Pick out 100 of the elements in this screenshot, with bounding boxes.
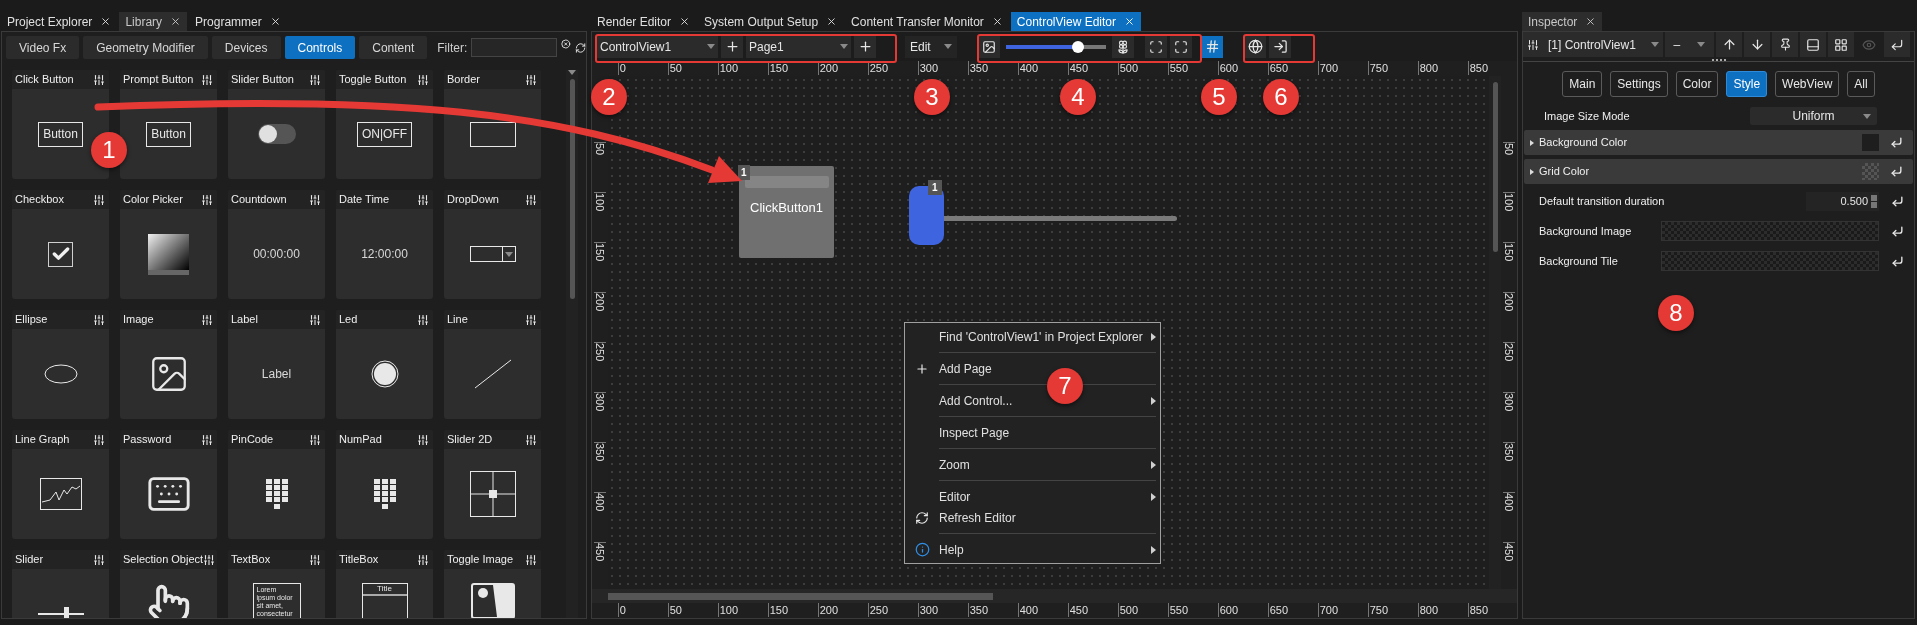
expand-arrow-icon[interactable] [1529,168,1535,175]
adjust-icon[interactable] [417,73,429,86]
adjust-icon[interactable] [309,313,321,326]
move-up-button[interactable] [1716,32,1742,57]
panel-tab[interactable]: Project Explorer [1,12,118,31]
library-item[interactable]: Selection Object [120,550,217,618]
library-item[interactable]: Ellipse [12,310,109,419]
adjust-icon[interactable] [93,73,105,86]
transparent-swatch[interactable] [1862,163,1879,180]
panel-tab[interactable]: Render Editor [591,12,697,31]
panel-tab[interactable]: Content Transfer Monitor [845,12,1009,31]
library-item[interactable]: Countdown 00:00:00 [228,190,325,299]
library-item[interactable]: Toggle Image [444,550,541,618]
close-icon[interactable] [679,16,691,27]
grid-button[interactable] [1828,32,1854,57]
library-item[interactable]: Slider [12,550,109,618]
clear-icon[interactable] [561,38,571,50]
adjust-icon[interactable] [417,553,429,566]
reset-icon[interactable] [1891,254,1904,268]
library-item[interactable]: Led [336,310,433,419]
panel-tab[interactable]: Inspector [1522,12,1603,31]
move-down-button[interactable] [1744,32,1770,57]
enter-button[interactable] [1269,35,1291,58]
panel-tab[interactable]: Programmer [189,12,287,31]
expand-arrow-icon[interactable] [1529,139,1535,146]
library-item[interactable]: Label Label [228,310,325,419]
library-item[interactable]: Line [444,310,541,419]
library-item[interactable]: Color Picker [120,190,217,299]
horizontal-scrollbar[interactable] [592,589,1517,603]
close-icon[interactable] [1585,16,1597,27]
resize-grip[interactable] [1523,57,1914,62]
adjust-icon[interactable] [93,313,105,326]
library-item[interactable]: DropDown [444,190,541,299]
property-group-header[interactable]: Background Color [1524,130,1913,155]
vertical-scrollbar[interactable] [566,70,578,618]
color-swatch[interactable] [1862,134,1879,151]
panel-button[interactable] [1800,32,1826,57]
pin-button[interactable] [1772,32,1798,57]
adjust-icon[interactable] [417,313,429,326]
fullscreen-button[interactable] [1170,35,1192,58]
reset-icon[interactable] [1890,136,1903,149]
library-item[interactable]: TitleBox Title [336,550,433,618]
library-item[interactable]: Image [120,310,217,419]
library-item[interactable]: Checkbox [12,190,109,299]
close-icon[interactable] [170,16,182,27]
library-item[interactable]: Border [444,70,541,179]
image-size-dropdown[interactable]: Uniform [1750,107,1877,125]
category-tab[interactable]: Devices [211,36,281,59]
adjust-icon[interactable] [93,193,105,206]
library-item[interactable]: Toggle Button ON|OFF [336,70,433,179]
image-picker-field[interactable] [1661,221,1879,241]
adjust-icon[interactable] [309,553,321,566]
property-category-tab[interactable]: All [1847,71,1875,97]
adjust-icon[interactable] [93,433,105,446]
panel-tab[interactable]: ControlView Editor [1010,12,1141,31]
library-item[interactable]: Password [120,430,217,539]
property-category-tab[interactable]: Style [1726,71,1768,97]
menu-item[interactable]: Refresh Editor [905,507,1156,528]
adjust-icon[interactable] [309,193,321,206]
library-item[interactable]: Prompt Button Button [120,70,217,179]
menu-item[interactable]: Find 'ControlView1' in Project Explorer [905,326,1156,347]
panel-tab[interactable]: System Output Setup [698,12,844,31]
adjust-icon[interactable] [525,433,537,446]
refresh-icon[interactable] [574,40,586,55]
object-dropdown[interactable]: [1] ControlView1 [1523,32,1663,57]
property-category-tab[interactable]: Main [1562,71,1603,97]
adjust-icon[interactable] [309,433,321,446]
flower-button[interactable] [1112,35,1134,58]
library-item[interactable]: Date Time 12:00:00 [336,190,433,299]
property-category-tab[interactable]: WebView [1775,71,1840,97]
library-item[interactable]: Line Graph [12,430,109,539]
property-group-header[interactable]: Grid Color [1524,159,1913,184]
adjust-icon[interactable] [525,193,537,206]
return-button[interactable] [1884,32,1910,57]
adjust-icon[interactable] [525,313,537,326]
category-tab[interactable]: Video Fx [6,36,80,59]
mode-dropdown[interactable]: Edit [905,35,957,58]
adjust-icon[interactable] [203,553,216,566]
close-icon[interactable] [826,16,838,27]
add-view-button[interactable] [721,35,743,58]
close-icon[interactable] [991,16,1003,27]
category-tab[interactable]: Geometry Modifier [83,36,208,59]
adjust-icon[interactable] [309,73,321,86]
library-item[interactable]: NumPad [336,430,433,539]
library-item[interactable]: Slider Button [228,70,325,179]
canvas-button[interactable]: ClickButton1 1 [739,166,834,258]
adjust-icon[interactable] [417,193,429,206]
adjust-icon[interactable] [201,193,213,206]
image-picker-field[interactable] [1661,251,1879,271]
adjust-icon[interactable] [525,553,537,566]
zoom-slider-thumb[interactable] [1072,40,1084,53]
reset-icon[interactable] [1891,194,1904,208]
category-tab[interactable]: Content [359,36,428,59]
reset-icon[interactable] [1891,224,1904,238]
adjust-icon[interactable] [93,553,105,566]
category-tab[interactable]: Controls [284,36,356,59]
adjust-icon[interactable] [201,73,213,86]
filter-input[interactable] [471,38,558,57]
property-category-tab[interactable]: Settings [1610,71,1668,97]
number-field[interactable]: 0.500 [1806,191,1879,211]
